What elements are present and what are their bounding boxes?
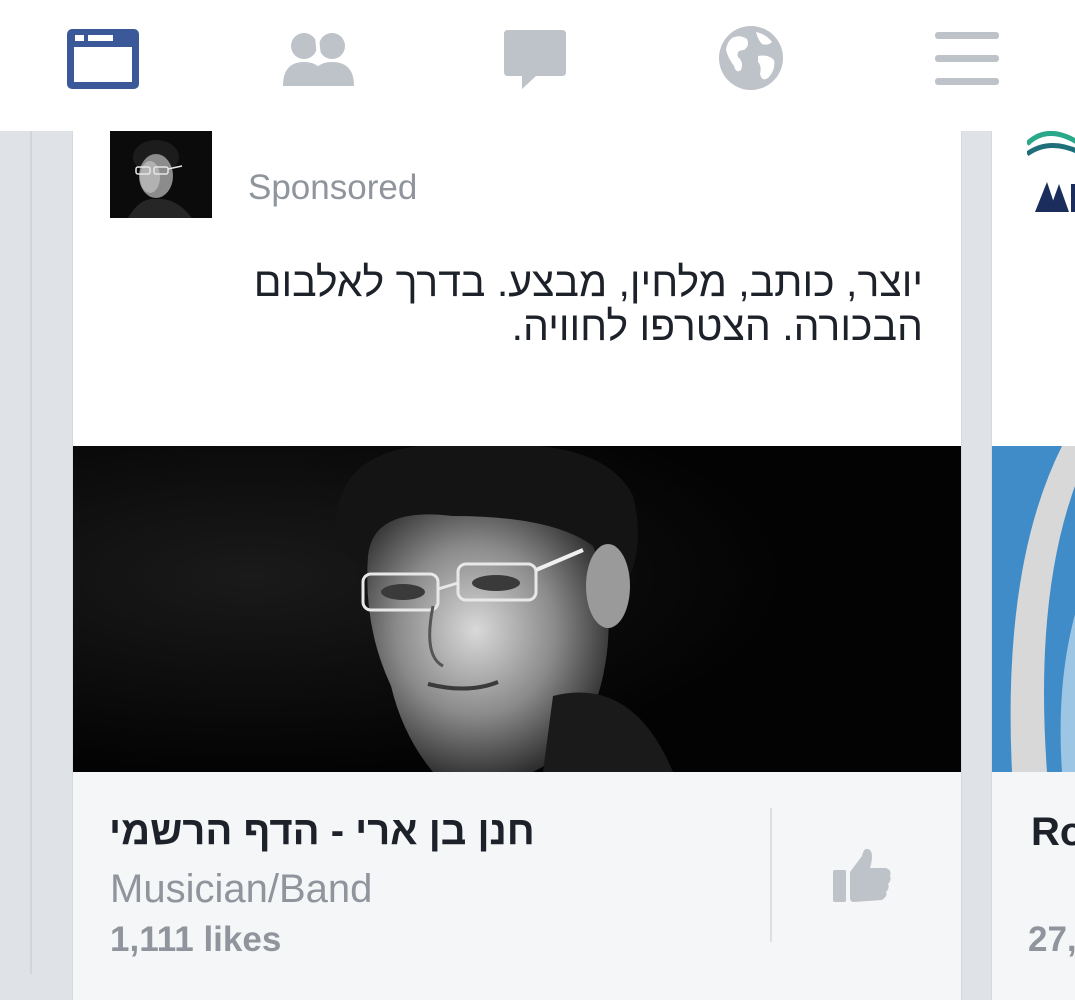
messages-tab[interactable] <box>498 22 578 94</box>
page-name[interactable]: חנן בן ארי - הדף הרשמי <box>109 809 535 854</box>
next-card-likes: 27, <box>1028 920 1075 959</box>
chat-bubble-icon <box>504 30 566 89</box>
next-card-logo <box>1025 124 1075 224</box>
friends-icon <box>283 33 354 86</box>
footer-divider <box>770 808 772 942</box>
feed-left-gutter <box>30 131 32 974</box>
ad-cover-photo[interactable] <box>73 446 961 772</box>
page-info-footer[interactable]: חנן בן ארי - הדף הרשמי Musician/Band 1,1… <box>73 772 961 1000</box>
news-feed-icon <box>67 29 139 89</box>
page-category: Musician/Band <box>110 867 373 911</box>
brand-logo-image <box>1025 131 1075 212</box>
sponsored-label: Sponsored <box>248 168 418 207</box>
next-ad-card-partial[interactable]: Ro 27, <box>991 100 1075 1000</box>
musician-portrait-image <box>73 446 961 772</box>
sponsored-ad-card[interactable]: Sponsored יוצר, כותב, מלחין, מבצע. בדרך … <box>72 100 962 1000</box>
portrait-thumbnail-image <box>110 131 212 218</box>
globe-icon <box>719 26 783 90</box>
thumbs-up-icon <box>833 848 891 902</box>
like-page-button[interactable] <box>830 844 894 908</box>
page-avatar[interactable] <box>110 131 212 218</box>
hamburger-menu-icon <box>935 32 999 85</box>
more-menu-tab[interactable] <box>930 22 1010 94</box>
next-card-title[interactable]: Ro <box>1031 810 1075 855</box>
ad-body-line-2: הבכורה. הצטרפו לחוויה. <box>511 303 923 349</box>
next-card-image[interactable] <box>992 446 1075 772</box>
news-feed-tab[interactable] <box>64 22 144 94</box>
friend-requests-tab[interactable] <box>280 22 360 94</box>
page-likes-count: 1,111 likes <box>110 920 282 959</box>
ad-body-line-1: יוצר, כותב, מלחין, מבצע. בדרך לאלבום <box>253 259 923 305</box>
top-navigation-bar <box>0 0 1075 131</box>
notifications-tab[interactable] <box>714 22 794 94</box>
next-card-footer: Ro 27, <box>992 772 1075 1000</box>
abstract-blue-image <box>992 446 1075 772</box>
ad-body-text: יוצר, כותב, מלחין, מבצע. בדרך לאלבום הבכ… <box>223 260 923 348</box>
